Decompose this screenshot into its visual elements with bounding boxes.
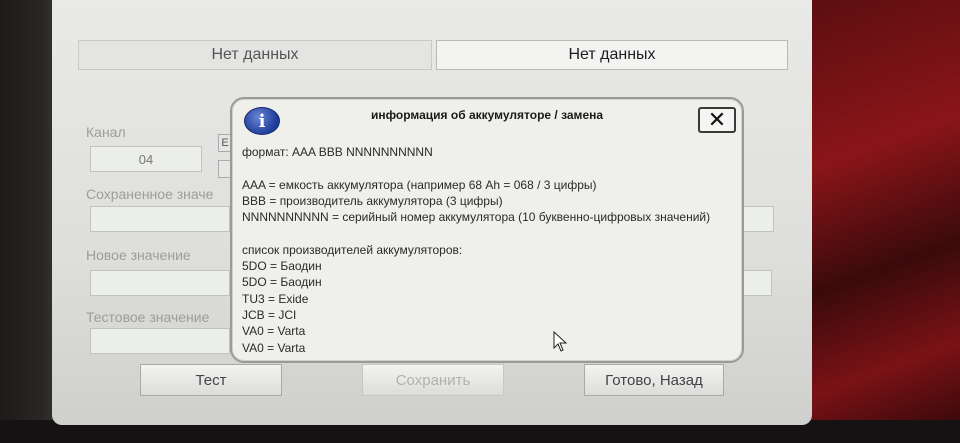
dialog-line: 5DO = Баодин — [242, 259, 322, 274]
test-value-label: Тестовое значение — [86, 309, 210, 325]
dialog-line — [242, 225, 734, 241]
close-icon: ✕ — [707, 107, 727, 132]
dialog-line: формат: AAA BBB NNNNNNNNNN — [242, 145, 433, 159]
save-button[interactable]: Сохранить — [362, 364, 504, 396]
test-button[interactable]: Тест — [140, 364, 282, 396]
stored-value-label: Сохраненное значе — [86, 186, 214, 202]
dialog-line: VA0 = Varta — [242, 324, 306, 339]
background-red-surface — [790, 0, 960, 443]
new-value-label: Новое значение — [86, 247, 191, 263]
new-value-field[interactable] — [90, 270, 230, 296]
dialog-line: TU3 = Exide — [242, 291, 309, 306]
monitor-bezel — [0, 0, 60, 443]
dialog-body: формат: AAA BBB NNNNNNNNNN AAA = емкость… — [242, 144, 734, 356]
dialog-title: информация об аккумуляторе / замена — [370, 108, 604, 122]
channel-label: Канал — [86, 124, 126, 140]
dialog-line — [242, 160, 734, 176]
mouse-cursor-icon — [553, 331, 568, 352]
tab-left[interactable]: Нет данных — [78, 40, 432, 70]
dialog-line: AAA = емкость аккумулятора (например 68 … — [242, 177, 597, 192]
done-back-button[interactable]: Готово, Назад — [584, 364, 724, 396]
stored-value-field[interactable] — [90, 206, 230, 232]
dialog-line: JCB = JCI — [242, 307, 297, 322]
app-window: Нет данных Нет данных Канал 04 E Сохране… — [52, 0, 812, 425]
tab-right[interactable]: Нет данных — [436, 40, 788, 70]
test-value-field[interactable] — [90, 328, 230, 354]
dialog-line: VA0 = Varta — [242, 340, 306, 355]
info-icon: i — [244, 107, 280, 135]
dialog-line: NNNNNNNNNN = серийный номер аккумулятора… — [242, 210, 711, 225]
stored-value-field-right[interactable] — [742, 206, 774, 232]
dialog-line: 5DO = Баодин — [242, 275, 322, 290]
battery-info-dialog: i информация об аккумуляторе / замена ✕ … — [230, 97, 744, 363]
close-button[interactable]: ✕ — [698, 107, 736, 133]
new-value-field-right[interactable] — [742, 270, 772, 296]
dialog-line: BBB = производитель аккумулятора (3 цифр… — [242, 193, 503, 208]
dialog-line: список производителей аккумуляторов: — [242, 242, 463, 257]
channel-field[interactable]: 04 — [90, 146, 202, 172]
